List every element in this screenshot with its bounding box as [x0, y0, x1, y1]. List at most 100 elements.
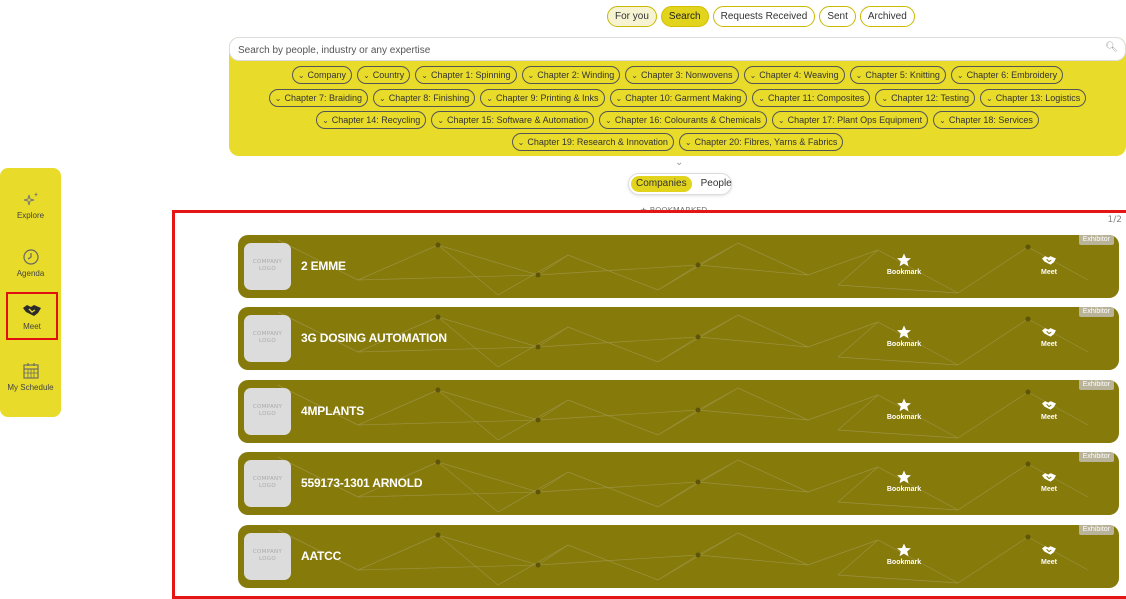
- chevron-down-icon: ⌄: [437, 116, 445, 125]
- meet-button[interactable]: Meet: [1029, 253, 1069, 276]
- pattern-dot: [695, 479, 701, 485]
- tab-archived[interactable]: Archived: [859, 6, 915, 27]
- chevron-down-icon: ⌄: [956, 71, 964, 80]
- toggle-companies[interactable]: Companies: [631, 176, 692, 192]
- filter-chip[interactable]: ⌄ Chapter 1: Spinning: [415, 66, 517, 84]
- toggle-people[interactable]: People: [696, 176, 737, 192]
- meet-button[interactable]: Meet: [1029, 543, 1069, 566]
- filter-chip[interactable]: ⌄ Chapter 7: Braiding: [268, 89, 369, 107]
- filter-chip-label: Chapter 12: Testing: [891, 93, 969, 103]
- filter-chip[interactable]: ⌄ Chapter 11: Composites: [752, 89, 871, 107]
- bookmark-button[interactable]: Bookmark: [884, 253, 924, 276]
- chevron-down-icon: ⌄: [749, 71, 757, 80]
- pattern-line: [697, 387, 739, 411]
- filter-chip-label: Chapter 13: Logistics: [995, 93, 1081, 103]
- bookmark-button[interactable]: Bookmark: [884, 470, 924, 493]
- filter-chip[interactable]: ⌄ Chapter 6: Embroidery: [950, 66, 1064, 84]
- meet-label: Meet: [1041, 486, 1057, 493]
- company-logo-placeholder: COMPANY LOGO: [244, 533, 291, 580]
- company-logo-placeholder: COMPANY LOGO: [244, 315, 291, 362]
- tab-sent[interactable]: Sent: [819, 6, 856, 27]
- filter-chip-label: Company: [307, 70, 347, 80]
- filter-chip[interactable]: ⌄ Chapter 5: Knitting: [849, 66, 946, 84]
- pattern-dot: [695, 334, 701, 340]
- company-card[interactable]: COMPANY LOGO 4MPLANTS Bookmark Meet Exhi…: [238, 380, 1119, 443]
- pattern-line: [437, 244, 499, 296]
- company-card[interactable]: COMPANY LOGO AATCC Bookmark Meet Exhibit…: [238, 525, 1119, 588]
- search-icon[interactable]: 🔍︎: [1105, 42, 1118, 53]
- bookmark-button[interactable]: Bookmark: [884, 325, 924, 348]
- nav-agenda[interactable]: Agenda: [0, 248, 61, 278]
- search-bar: 🔍︎: [229, 37, 1126, 62]
- filter-chip[interactable]: ⌄ Chapter 19: Research & Innovation: [511, 133, 674, 151]
- pattern-line: [697, 554, 809, 566]
- company-name[interactable]: 559173-1301 ARNOLD: [301, 476, 423, 490]
- filter-chip[interactable]: ⌄ Chapter 16: Colourants & Chemicals: [599, 111, 767, 129]
- company-card[interactable]: COMPANY LOGO 2 EMME Bookmark Meet Exhibi…: [238, 235, 1119, 298]
- company-card[interactable]: COMPANY LOGO 559173-1301 ARNOLD Bookmark…: [238, 452, 1119, 515]
- nav-my-schedule[interactable]: My Schedule: [0, 362, 61, 392]
- filter-chip[interactable]: ⌄ Chapter 17: Plant Ops Equipment: [771, 111, 929, 129]
- chevron-down-icon: ⌄: [517, 138, 525, 147]
- tab-search[interactable]: Search: [660, 6, 709, 27]
- pattern-line: [837, 249, 879, 286]
- nav-meet[interactable]: Meet: [6, 292, 58, 340]
- meet-label: Meet: [1041, 414, 1057, 421]
- filter-chip[interactable]: ⌄ Chapter 4: Weaving: [743, 66, 845, 84]
- pattern-line: [357, 491, 539, 498]
- pattern-line: [437, 316, 539, 348]
- meet-button[interactable]: Meet: [1029, 398, 1069, 421]
- filter-chip[interactable]: ⌄ Chapter 14: Recycling: [316, 111, 427, 129]
- filter-chip-label: Chapter 3: Nonwovens: [641, 70, 733, 80]
- company-card[interactable]: COMPANY LOGO 3G DOSING AUTOMATION Bookma…: [238, 307, 1119, 370]
- filter-chip[interactable]: ⌄ Company: [291, 66, 353, 84]
- pattern-line: [837, 539, 879, 576]
- filter-chip[interactable]: ⌄ Chapter 12: Testing: [875, 89, 975, 107]
- bookmark-button[interactable]: Bookmark: [884, 543, 924, 566]
- filter-chip[interactable]: ⌄ Chapter 18: Services: [933, 111, 1039, 129]
- pattern-line: [737, 242, 809, 276]
- pattern-dot: [535, 489, 541, 495]
- filter-chip-label: Chapter 8: Finishing: [388, 93, 470, 103]
- company-name[interactable]: 3G DOSING AUTOMATION: [301, 331, 447, 345]
- pattern-line: [657, 336, 699, 363]
- tab-requests-received[interactable]: Requests Received: [712, 6, 816, 27]
- filter-chip[interactable]: ⌄ Chapter 9: Printing & Inks: [480, 89, 605, 107]
- expand-filters-chevron-icon[interactable]: ⌄: [675, 157, 683, 168]
- bookmark-label: Bookmark: [886, 414, 922, 421]
- filter-chip[interactable]: ⌄ Chapter 3: Nonwovens: [625, 66, 739, 84]
- pattern-line: [957, 391, 1029, 439]
- search-input[interactable]: [230, 39, 1090, 62]
- tab-for-you[interactable]: For you: [607, 6, 657, 27]
- chevron-down-icon: ⌄: [631, 71, 638, 80]
- pattern-line: [737, 387, 809, 421]
- filter-chip[interactable]: ⌄ Chapter 13: Logistics: [979, 89, 1087, 107]
- pattern-dot: [695, 407, 701, 413]
- pattern-dot: [435, 387, 441, 393]
- bookmark-button[interactable]: Bookmark: [884, 398, 924, 421]
- filter-chip-label: Chapter 15: Software & Automation: [447, 115, 589, 125]
- filter-chip-label: Chapter 11: Composites: [768, 93, 865, 103]
- filter-chip[interactable]: ⌄ Chapter 2: Winding: [521, 66, 621, 84]
- chevron-down-icon: ⌄: [855, 71, 863, 80]
- nav-explore[interactable]: Explore: [0, 190, 61, 220]
- filter-chip[interactable]: ⌄ Chapter 10: Garment Making: [609, 89, 748, 107]
- handshake-icon: [1042, 328, 1056, 337]
- filter-chip[interactable]: ⌄ Chapter 20: Fibres, Yarns & Fabrics: [678, 133, 844, 151]
- filter-chip[interactable]: ⌄ Chapter 15: Software & Automation: [431, 111, 595, 129]
- pattern-line: [697, 242, 739, 266]
- pattern-line: [437, 389, 539, 421]
- filter-chip[interactable]: ⌄ Country: [357, 66, 411, 84]
- filter-chip[interactable]: ⌄ Chapter 8: Finishing: [373, 89, 476, 107]
- company-name[interactable]: 2 EMME: [301, 259, 346, 273]
- company-name[interactable]: 4MPLANTS: [301, 404, 364, 418]
- pattern-line: [357, 274, 539, 281]
- meet-button[interactable]: Meet: [1029, 470, 1069, 493]
- sparkle-icon: [23, 192, 38, 206]
- company-name[interactable]: AATCC: [301, 549, 341, 563]
- exhibitor-badge: Exhibitor: [1078, 380, 1114, 390]
- chevron-down-icon: ⌄: [615, 94, 623, 103]
- meet-button[interactable]: Meet: [1029, 325, 1069, 348]
- card-pattern: [277, 384, 1089, 441]
- nav-agenda-label: Agenda: [16, 269, 45, 278]
